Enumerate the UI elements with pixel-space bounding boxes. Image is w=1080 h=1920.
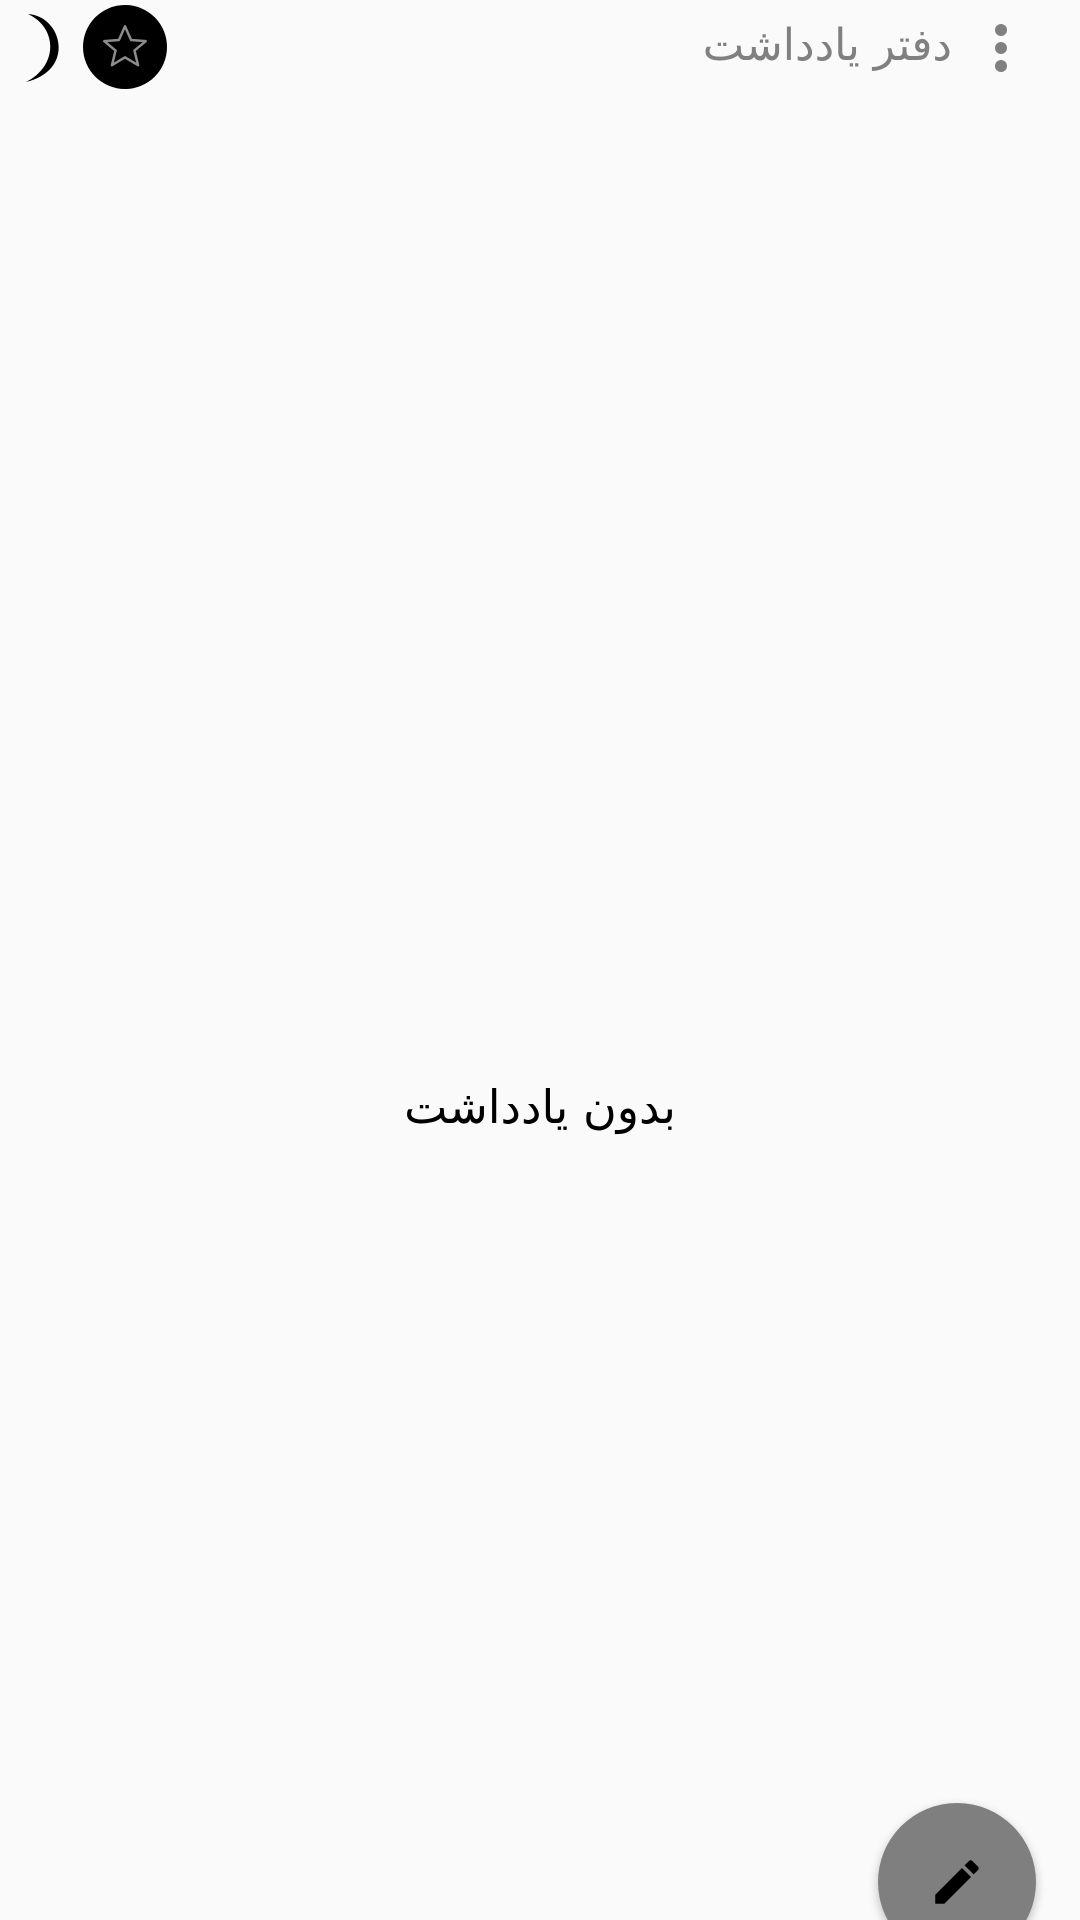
app-bar: دفتر یادداشت [0,0,1080,96]
night-mode-button[interactable] [14,8,74,88]
favorites-button[interactable] [83,5,167,89]
app-title: دفتر یادداشت [702,20,952,71]
screen: دفتر یادداشت بدون یادداشت [0,0,1080,1920]
more-vertical-icon [995,24,1007,72]
star-icon [103,25,147,67]
moon-icon [26,14,59,82]
pencil-icon [935,1860,979,1904]
empty-state-message: بدون یادداشت [404,1080,676,1134]
more-options-button[interactable] [986,18,1016,78]
new-note-fab[interactable] [878,1803,1036,1920]
